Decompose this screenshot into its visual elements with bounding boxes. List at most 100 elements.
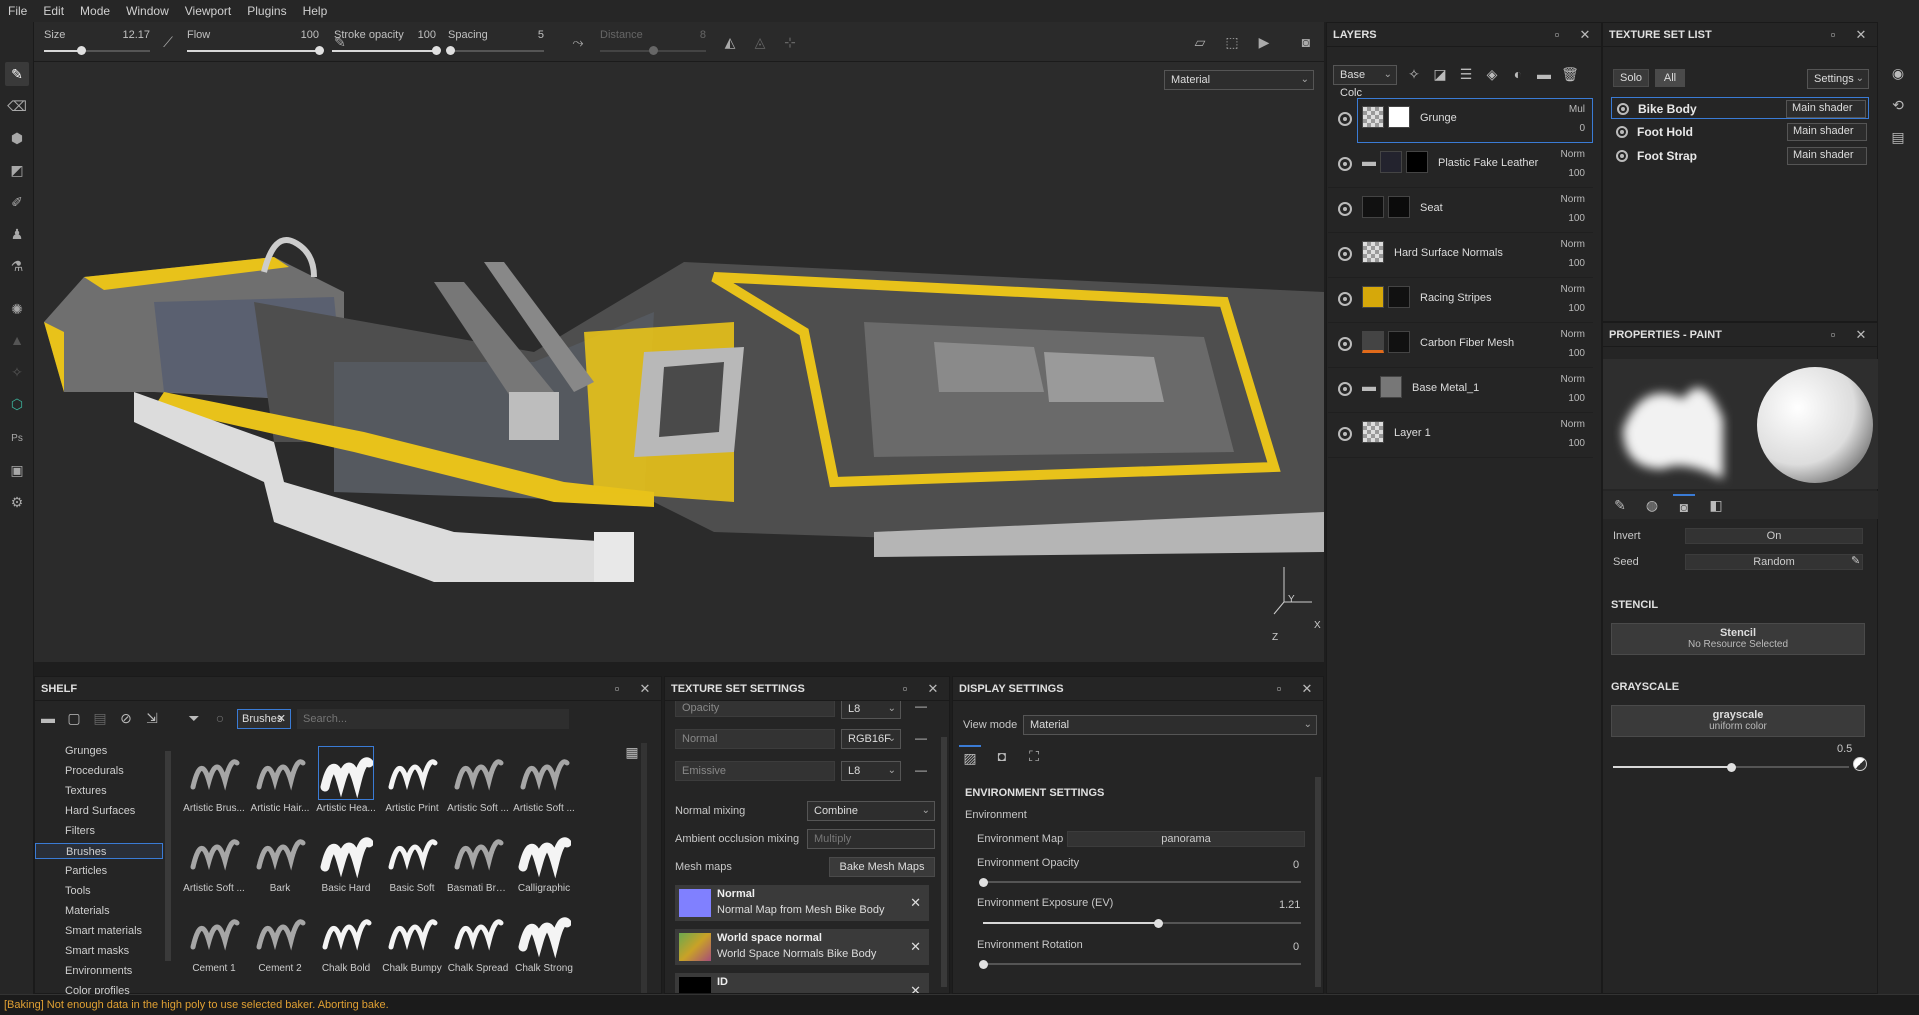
undock-icon[interactable]: ▫ bbox=[1825, 27, 1841, 43]
delete-layer-icon[interactable]: 🗑 bbox=[1559, 63, 1581, 85]
history-icon[interactable]: ⟲ bbox=[1887, 94, 1909, 116]
remove-tag-icon[interactable]: ✕ bbox=[277, 712, 286, 725]
layer-row[interactable]: Grunge Mul 0 bbox=[1328, 98, 1593, 143]
clone-stamp-icon[interactable]: ♟ bbox=[5, 222, 29, 246]
channel-format-select[interactable]: L8 ⌄ bbox=[841, 699, 901, 719]
category-particles[interactable]: Particles bbox=[35, 863, 163, 879]
all-button[interactable]: All bbox=[1655, 69, 1685, 87]
solo-button[interactable]: Solo bbox=[1613, 69, 1649, 87]
channel-normal[interactable]: Normal bbox=[675, 729, 835, 749]
brush-item[interactable]: Artistic Soft ... bbox=[447, 743, 509, 819]
undock-icon[interactable]: ▫ bbox=[897, 681, 913, 697]
add-folder-icon[interactable]: ▬ bbox=[1533, 63, 1555, 85]
remove-map-icon[interactable]: ✕ bbox=[910, 983, 921, 993]
close-icon[interactable]: ✕ bbox=[1853, 27, 1869, 43]
brush-item[interactable]: Basic Soft bbox=[381, 823, 443, 899]
stencil-tab-icon[interactable]: ◙ bbox=[1673, 494, 1695, 516]
log-icon[interactable]: ▤ bbox=[1887, 126, 1909, 148]
display-scrollbar[interactable] bbox=[1315, 777, 1321, 987]
alpha-tab-icon[interactable]: ◍ bbox=[1641, 494, 1663, 516]
viewer-tab-icon[interactable]: ⛶ bbox=[1023, 745, 1045, 767]
shader-settings-icon[interactable]: ◉ bbox=[1887, 62, 1909, 84]
channel-format-select[interactable]: L8 ⌄ bbox=[841, 761, 901, 781]
category-brushes[interactable]: Brushes bbox=[35, 843, 163, 859]
brush-item[interactable]: Artistic Soft ... bbox=[183, 823, 245, 899]
env-exposure-knob[interactable] bbox=[1153, 919, 1163, 928]
grayscale-resource-button[interactable]: grayscale uniform color bbox=[1611, 705, 1865, 737]
close-icon[interactable]: ✕ bbox=[1853, 327, 1869, 343]
texture-set-foot-hold[interactable]: Foot Hold Main shader bbox=[1611, 121, 1869, 143]
brush-item[interactable]: Artistic Print bbox=[381, 743, 443, 819]
shelf-search-input[interactable] bbox=[297, 709, 569, 729]
category-scrollbar[interactable] bbox=[165, 751, 171, 961]
spacing-slider[interactable]: Spacing 5 bbox=[445, 26, 544, 58]
folder-icon[interactable]: ▬ bbox=[37, 707, 59, 729]
brush-scrollbar[interactable] bbox=[641, 743, 647, 993]
remove-map-icon[interactable]: ✕ bbox=[910, 895, 921, 911]
bake-icon[interactable]: ✺ bbox=[5, 297, 29, 321]
grid-view-icon[interactable]: ▦ bbox=[621, 741, 643, 763]
size-slider[interactable]: Size 12.17 bbox=[44, 26, 150, 58]
channel-emissive[interactable]: Emissive bbox=[675, 761, 835, 781]
radio-icon[interactable] bbox=[1616, 126, 1628, 138]
tss-scrollbar[interactable] bbox=[941, 737, 947, 987]
radio-icon[interactable] bbox=[1616, 150, 1628, 162]
close-icon[interactable]: ✕ bbox=[925, 681, 941, 697]
filter-icon[interactable]: ⏷ bbox=[183, 707, 205, 729]
category-grunges[interactable]: Grunges bbox=[35, 743, 163, 759]
distance-slider-knob[interactable] bbox=[649, 46, 658, 55]
substance-source-icon[interactable]: ⬡ bbox=[5, 392, 29, 416]
layer-row[interactable]: ▬ Plastic Fake Leather Norm 100 bbox=[1328, 143, 1593, 188]
seed-field[interactable]: Random bbox=[1685, 554, 1863, 570]
visibility-eye-icon[interactable] bbox=[1338, 292, 1352, 306]
category-tools[interactable]: Tools bbox=[35, 883, 163, 899]
env-opacity-track[interactable] bbox=[983, 881, 1301, 883]
settings-dropdown[interactable]: Settings ⌄ bbox=[1807, 69, 1869, 89]
shader-select[interactable]: Main shader bbox=[1787, 123, 1867, 141]
add-mask-icon[interactable]: ◪ bbox=[1429, 63, 1451, 85]
texture-set-foot-strap[interactable]: Foot Strap Main shader bbox=[1611, 145, 1869, 167]
color-picker-icon[interactable]: ⚗ bbox=[5, 254, 29, 278]
grayscale-slider-knob[interactable] bbox=[1727, 763, 1736, 772]
substance-icon[interactable]: ✧ bbox=[5, 360, 29, 384]
undock-icon[interactable]: ▫ bbox=[1825, 327, 1841, 343]
stroke-opacity-knob[interactable] bbox=[432, 46, 441, 55]
stencil-resource-button[interactable]: Stencil No Resource Selected bbox=[1611, 623, 1865, 655]
undock-icon[interactable]: ▫ bbox=[1549, 27, 1565, 43]
screenshot-icon[interactable]: ◙ bbox=[1296, 32, 1316, 52]
menu-window[interactable]: Window bbox=[118, 4, 177, 18]
layer-row[interactable]: Seat Norm 100 bbox=[1328, 188, 1593, 233]
invert-toggle[interactable]: On bbox=[1685, 528, 1863, 544]
visibility-eye-icon[interactable] bbox=[1338, 157, 1352, 171]
env-opacity-knob[interactable] bbox=[979, 878, 988, 887]
symmetry-axis-icon[interactable]: ◬ bbox=[750, 32, 770, 52]
symmetry-icon[interactable]: ◭ bbox=[720, 32, 740, 52]
close-icon[interactable]: ✕ bbox=[637, 681, 653, 697]
filter-tag[interactable]: Brushes ✕ bbox=[237, 709, 291, 729]
bake-mesh-maps-button[interactable]: Bake Mesh Maps bbox=[829, 857, 935, 877]
color-picker-icon[interactable] bbox=[1853, 757, 1867, 771]
undock-icon[interactable]: ▫ bbox=[1271, 681, 1287, 697]
export-icon[interactable]: ▣ bbox=[5, 458, 29, 482]
camera-view-icon[interactable]: ▱ bbox=[1190, 32, 1210, 52]
settings-gear-icon[interactable]: ⚙ bbox=[5, 490, 29, 514]
env-rotation-track[interactable] bbox=[983, 963, 1301, 965]
category-materials[interactable]: Materials bbox=[35, 903, 163, 919]
env-rotation-knob[interactable] bbox=[979, 960, 988, 969]
mesh-map-normal[interactable]: Normal Normal Map from Mesh Bike Body ✕ bbox=[675, 885, 929, 921]
brush-item[interactable]: Artistic Soft ... bbox=[513, 743, 575, 819]
brush-item[interactable]: Bark bbox=[249, 823, 311, 899]
add-layer-icon[interactable]: ☰ bbox=[1455, 63, 1477, 85]
spacing-slider-knob[interactable] bbox=[445, 46, 455, 55]
projection-icon[interactable]: ⬢ bbox=[5, 126, 29, 150]
shader-select[interactable]: Main shader bbox=[1786, 100, 1866, 118]
brush-item[interactable]: Chalk Bumpy bbox=[381, 903, 443, 979]
remove-map-icon[interactable]: ✕ bbox=[910, 939, 921, 955]
brush-item[interactable]: Basic Hard bbox=[315, 823, 377, 899]
channel-opacity[interactable]: Opacity bbox=[675, 699, 835, 717]
brush-item[interactable]: Artistic Hair... bbox=[249, 743, 311, 819]
category-environments[interactable]: Environments bbox=[35, 963, 163, 979]
iray-icon[interactable]: ▲ bbox=[5, 328, 29, 352]
category-smart-materials[interactable]: Smart materials bbox=[35, 923, 163, 939]
video-camera-icon[interactable]: ▶ bbox=[1254, 32, 1274, 52]
